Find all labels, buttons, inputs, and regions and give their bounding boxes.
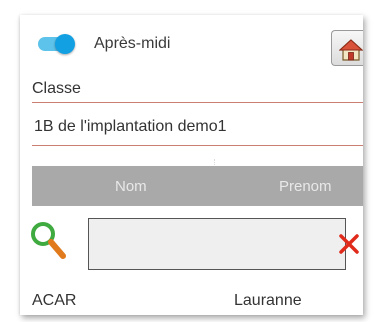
classe-label: Classe xyxy=(32,80,81,97)
close-icon[interactable] xyxy=(338,233,360,260)
classe-value-underline xyxy=(32,145,363,146)
search-input[interactable] xyxy=(88,218,346,270)
toggle-knob[interactable] xyxy=(55,34,75,54)
column-resize-handle[interactable] xyxy=(214,159,217,165)
cell-nom: ACAR xyxy=(32,292,77,309)
classe-select[interactable]: 1B de l'implantation demo1 xyxy=(34,118,227,136)
classe-label-underline xyxy=(32,102,363,103)
toggle-label: Après-midi xyxy=(94,35,171,52)
home-button[interactable] xyxy=(331,30,363,66)
home-icon xyxy=(339,39,363,61)
column-header-prenom[interactable]: Prenom xyxy=(279,178,332,195)
table-row[interactable]: ACAR Lauranne xyxy=(32,280,363,310)
table-header: Nom Prenom xyxy=(32,166,363,206)
afternoon-toggle[interactable] xyxy=(38,34,75,54)
cell-prenom: Lauranne xyxy=(234,292,302,309)
column-header-nom[interactable]: Nom xyxy=(115,178,147,195)
search-icon[interactable] xyxy=(30,219,70,268)
header-row: Après-midi xyxy=(20,15,363,75)
app-panel: Après-midi Classe 1B de l'implantation d… xyxy=(20,15,363,315)
